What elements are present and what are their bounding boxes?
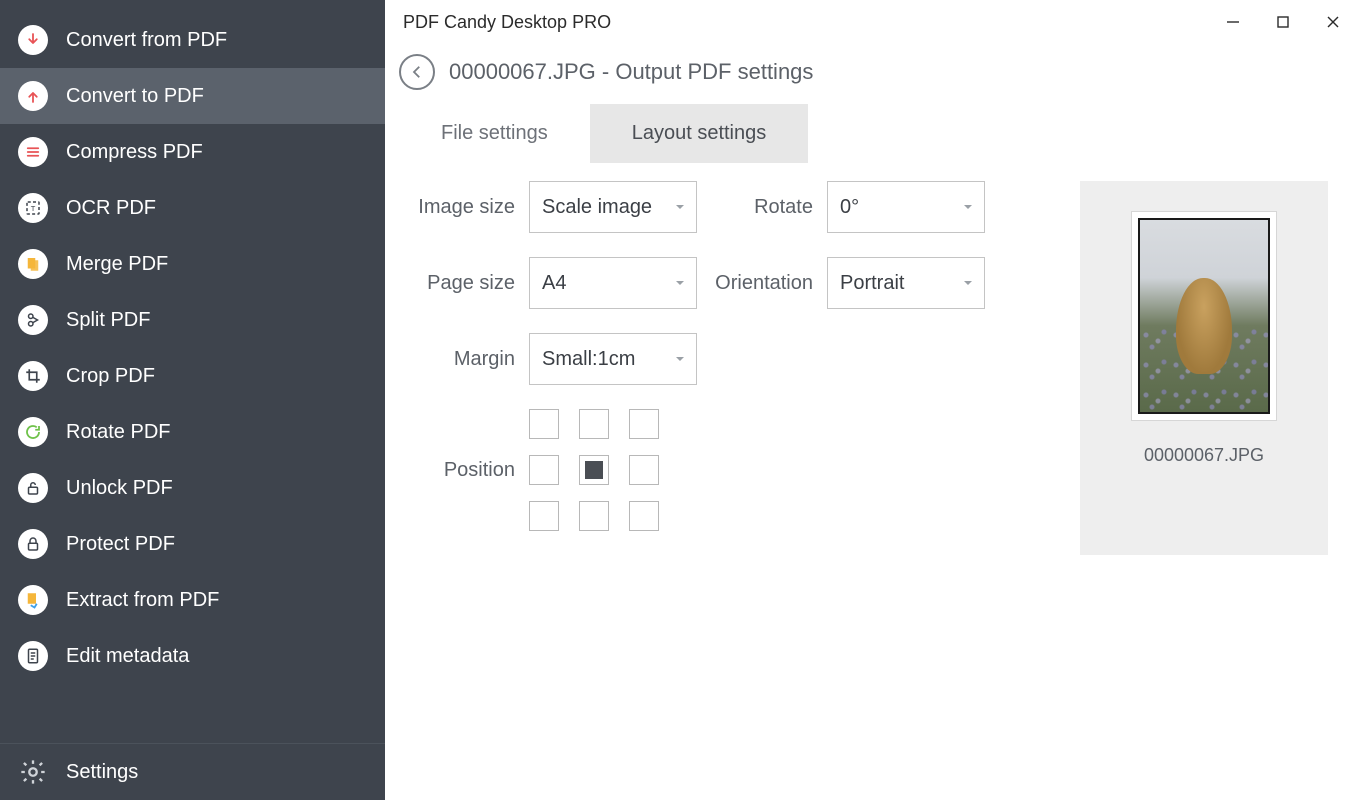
margin-value: Small:1cm: [542, 348, 674, 371]
page-size-select[interactable]: A4: [529, 257, 697, 309]
sidebar-item-label: Crop PDF: [66, 365, 155, 388]
page-size-value: A4: [542, 272, 674, 295]
sidebar-item-crop-pdf[interactable]: Crop PDF: [0, 348, 385, 404]
position-cell-5[interactable]: [629, 455, 659, 485]
sidebar-item-extract-from-pdf[interactable]: Extract from PDF: [0, 572, 385, 628]
sidebar-item-split-pdf[interactable]: Split PDF: [0, 292, 385, 348]
orientation-value: Portrait: [840, 272, 962, 295]
rotate-icon: [18, 417, 48, 447]
sidebar-item-merge-pdf[interactable]: Merge PDF: [0, 236, 385, 292]
lock-icon: [18, 529, 48, 559]
position-cell-7[interactable]: [579, 501, 609, 531]
arrow-up-icon: [18, 81, 48, 111]
position-cell-8[interactable]: [629, 501, 659, 531]
sidebar-item-convert-from-pdf[interactable]: Convert from PDF: [0, 12, 385, 68]
sidebar-item-label: Unlock PDF: [66, 477, 173, 500]
merge-icon: [18, 249, 48, 279]
chevron-down-icon: [962, 272, 974, 295]
position-cell-2[interactable]: [629, 409, 659, 439]
extract-icon: [18, 585, 48, 615]
margin-label: Margin: [399, 348, 529, 371]
sidebar-item-label: Split PDF: [66, 309, 150, 332]
sidebar-item-label: Compress PDF: [66, 141, 203, 164]
chevron-down-icon: [674, 348, 686, 371]
sidebar-item-label: Convert from PDF: [66, 29, 227, 52]
tab-file-settings[interactable]: File settings: [399, 104, 590, 163]
breadcrumb: 00000067.JPG - Output PDF settings: [449, 59, 813, 85]
position-cell-6[interactable]: [529, 501, 559, 531]
gear-icon: [18, 757, 48, 787]
position-cell-1[interactable]: [579, 409, 609, 439]
sidebar-item-settings[interactable]: Settings: [0, 744, 385, 800]
sidebar-item-label: OCR PDF: [66, 197, 156, 220]
sidebar-item-label: Settings: [66, 761, 138, 784]
rotate-select[interactable]: 0°: [827, 181, 985, 233]
rotate-label: Rotate: [707, 196, 827, 219]
tab-layout-settings[interactable]: Layout settings: [590, 104, 809, 163]
preview-panel: 00000067.JPG: [1080, 181, 1328, 555]
sidebar-item-edit-metadata[interactable]: Edit metadata: [0, 628, 385, 684]
unlock-icon: [18, 473, 48, 503]
layout-settings-form: Image size Scale image Rotate 0°: [399, 181, 999, 555]
image-size-value: Scale image: [542, 196, 674, 219]
metadata-icon: [18, 641, 48, 671]
orientation-label: Orientation: [707, 272, 827, 295]
sidebar-item-compress-pdf[interactable]: Compress PDF: [0, 124, 385, 180]
main: PDF Candy Desktop PRO 00000067.JPG - Out…: [385, 0, 1358, 800]
sidebar-item-protect-pdf[interactable]: Protect PDF: [0, 516, 385, 572]
page-size-label: Page size: [399, 272, 529, 295]
sidebar-item-label: Rotate PDF: [66, 421, 170, 444]
rotate-value: 0°: [840, 196, 962, 219]
sidebar-item-label: Edit metadata: [66, 645, 189, 668]
compress-icon: [18, 137, 48, 167]
back-button[interactable]: [399, 54, 435, 90]
sidebar-item-rotate-pdf[interactable]: Rotate PDF: [0, 404, 385, 460]
image-size-select[interactable]: Scale image: [529, 181, 697, 233]
ocr-icon: T: [18, 193, 48, 223]
position-cell-0[interactable]: [529, 409, 559, 439]
position-grid: [529, 409, 659, 531]
position-cell-3[interactable]: [529, 455, 559, 485]
position-cell-4[interactable]: [579, 455, 609, 485]
sidebar-item-label: Extract from PDF: [66, 589, 219, 612]
app-title: PDF Candy Desktop PRO: [403, 12, 611, 33]
sidebar-item-unlock-pdf[interactable]: Unlock PDF: [0, 460, 385, 516]
chevron-down-icon: [962, 196, 974, 219]
subheader: 00000067.JPG - Output PDF settings: [385, 44, 1358, 104]
titlebar: PDF Candy Desktop PRO: [385, 0, 1358, 44]
svg-text:T: T: [31, 204, 36, 213]
preview-page: [1131, 211, 1277, 421]
margin-select[interactable]: Small:1cm: [529, 333, 697, 385]
image-size-label: Image size: [399, 196, 529, 219]
crop-icon: [18, 361, 48, 391]
chevron-down-icon: [674, 272, 686, 295]
sidebar-item-ocr-pdf[interactable]: T OCR PDF: [0, 180, 385, 236]
window-maximize-button[interactable]: [1258, 0, 1308, 44]
sidebar-item-label: Merge PDF: [66, 253, 168, 276]
arrow-down-icon: [18, 25, 48, 55]
preview-image: [1138, 218, 1270, 414]
preview-caption: 00000067.JPG: [1144, 445, 1264, 466]
window-close-button[interactable]: [1308, 0, 1358, 44]
sidebar-item-convert-to-pdf[interactable]: Convert to PDF: [0, 68, 385, 124]
window-minimize-button[interactable]: [1208, 0, 1258, 44]
sidebar-item-label: Protect PDF: [66, 533, 175, 556]
orientation-select[interactable]: Portrait: [827, 257, 985, 309]
position-label: Position: [399, 459, 529, 482]
tabs: File settingsLayout settings: [399, 104, 1358, 163]
sidebar: Convert from PDF Convert to PDF Compress P…: [0, 0, 385, 800]
split-icon: [18, 305, 48, 335]
sidebar-item-label: Convert to PDF: [66, 85, 204, 108]
chevron-down-icon: [674, 196, 686, 219]
